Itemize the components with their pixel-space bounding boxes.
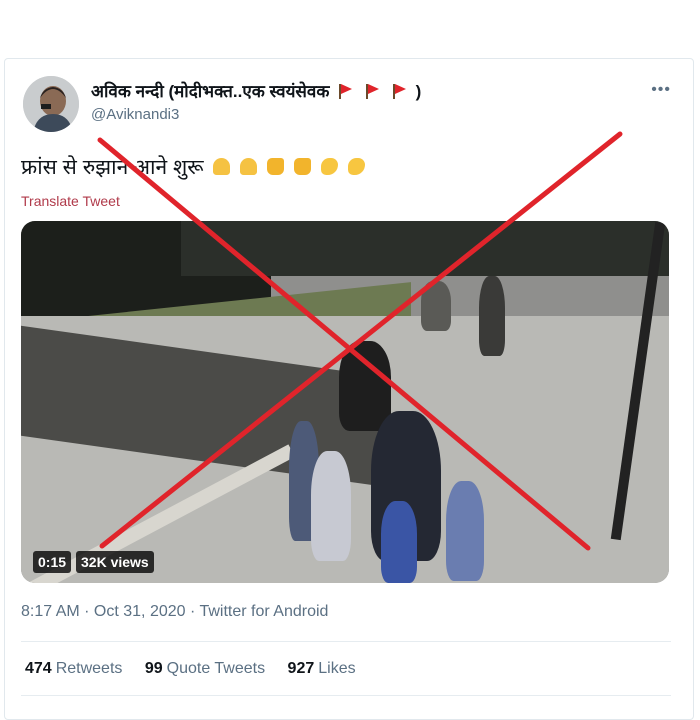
video-player[interactable]: 0:15 32K views: [21, 221, 669, 583]
red-flag-icon: [338, 83, 354, 99]
video-person: [446, 481, 484, 581]
retweets-count: 474: [25, 660, 52, 677]
video-duration-badge: 0:15: [33, 551, 72, 573]
translate-tweet-link[interactable]: Translate Tweet: [21, 193, 120, 209]
likes-label: Likes: [318, 660, 356, 677]
thumbs-up-icon: [293, 158, 311, 175]
video-person: [421, 281, 451, 331]
flag-group: [338, 82, 413, 102]
retweets-stat[interactable]: 474 Retweets: [25, 660, 122, 678]
tweet-text-content: फ्रांस से रुझान आने शुरू: [21, 156, 204, 179]
quote-tweets-label: Quote Tweets: [166, 660, 266, 677]
retweets-label: Retweets: [55, 660, 123, 677]
likes-stat[interactable]: 927 Likes: [288, 660, 356, 678]
video-person: [311, 451, 351, 561]
avatar-photo: [23, 76, 79, 132]
engagement-stats: 474 Retweets 99 Quote Tweets 927 Likes: [25, 660, 374, 678]
tweet-text: फ्रांस से रुझान आने शुरू: [21, 153, 365, 181]
likes-count: 927: [287, 660, 315, 677]
video-person: [479, 276, 505, 356]
video-views-badge: 32K views: [76, 551, 154, 573]
flexed-biceps-icon: [320, 158, 338, 175]
video-person: [381, 501, 417, 583]
tweet-card: अविक नन्दी (मोदीभक्त..एक स्वयंसेवक ) @Av…: [4, 58, 694, 720]
quote-tweets-stat[interactable]: 99 Quote Tweets: [145, 660, 265, 678]
display-name[interactable]: अविक नन्दी (मोदीभक्त..एक स्वयंसेवक ): [91, 79, 421, 102]
display-name-text: अविक नन्दी (मोदीभक्त..एक स्वयंसेवक: [91, 82, 330, 101]
red-flag-icon: [365, 83, 381, 99]
user-handle[interactable]: @Aviknandi3: [91, 106, 179, 123]
quote-tweets-count: 99: [144, 660, 163, 677]
thumbs-up-icon: [267, 158, 285, 175]
avatar[interactable]: [23, 76, 79, 132]
tweet-timestamp[interactable]: 8:17 AM · Oct 31, 2020 · Twitter for And…: [21, 603, 328, 621]
flexed-biceps-icon: [347, 158, 365, 175]
red-flag-icon: [392, 83, 408, 99]
video-person: [339, 341, 391, 431]
display-name-suffix: ): [415, 82, 422, 101]
video-frame-treeline: [181, 221, 669, 276]
more-icon[interactable]: •••: [651, 81, 671, 99]
folded-hands-icon: [213, 158, 231, 175]
folded-hands-icon: [240, 158, 258, 175]
divider: [21, 695, 671, 696]
divider: [21, 641, 671, 642]
